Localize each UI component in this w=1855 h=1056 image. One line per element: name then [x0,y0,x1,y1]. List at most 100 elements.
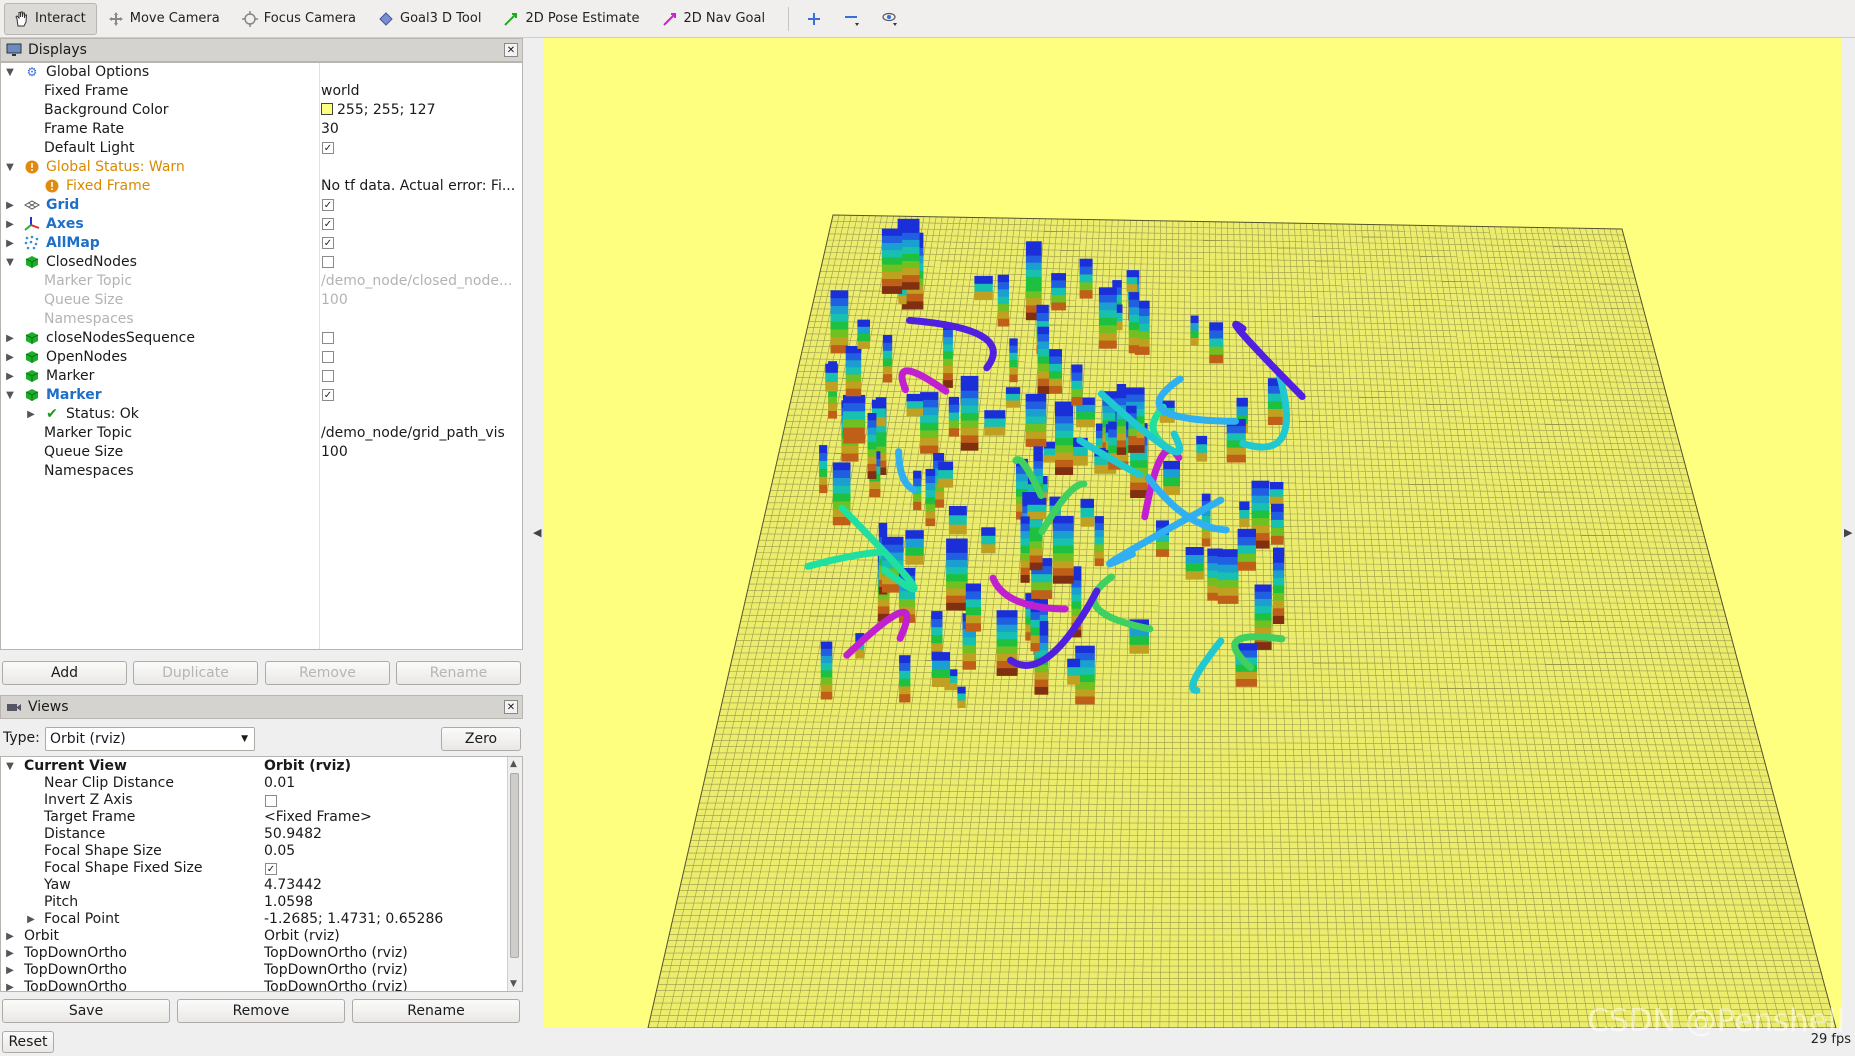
expand-arrow-icon[interactable]: ▼ [5,63,15,82]
tree-row-global-options[interactable]: ▼ ⚙ Global Options [1,63,522,82]
saved-view-row[interactable]: ▶ TopDownOrtho TopDownOrtho (rviz) [1,962,506,979]
view-prop-row[interactable]: Invert Z Axis [1,792,506,809]
view-prop-row[interactable]: Near Clip Distance 0.01 [1,775,506,792]
collapse-left-icon[interactable]: ◀ [533,526,541,539]
tree-row-status-fixed-frame[interactable]: Fixed Frame No tf data. Actual error: Fi… [1,177,522,196]
goal3d-tool[interactable]: Goal3 D Tool [369,3,492,35]
add-tool-button[interactable] [799,3,835,35]
collapse-arrow-icon[interactable]: ▶ [26,405,36,424]
scroll-up-icon[interactable]: ▲ [510,759,517,769]
invert-z-checkbox[interactable] [265,795,277,807]
closed-marker-topic-value[interactable]: /demo_node/closed_node... [321,272,521,291]
saved-view-row[interactable]: ▶ TopDownOrtho TopDownOrtho (rviz) [1,979,506,991]
view-type-select[interactable]: Orbit (rviz) ▼ [45,727,255,751]
tree-row-closed-nodes[interactable]: ▼ ClosedNodes [1,253,522,272]
tree-row-open-nodes[interactable]: ▶ OpenNodes [1,348,522,367]
tree-row-marker-2[interactable]: ▼ Marker ✓ [1,386,522,405]
collapse-arrow-icon[interactable]: ▶ [5,367,15,386]
save-view-button[interactable]: Save [2,999,170,1023]
collapse-arrow-icon[interactable]: ▶ [5,215,15,234]
zero-button[interactable]: Zero [441,727,521,751]
marker-1-checkbox[interactable] [322,370,334,382]
tree-row-background-color[interactable]: Background Color 255; 255; 127 [1,101,522,120]
allmap-checkbox[interactable]: ✓ [322,237,334,249]
tree-row-closed-namespaces[interactable]: Namespaces [1,310,522,329]
view-prop-row[interactable]: Target Frame <Fixed Frame> [1,809,506,826]
expand-arrow-icon[interactable]: ▼ [5,253,15,272]
tree-row-global-status[interactable]: ▼ Global Status: Warn [1,158,522,177]
collapse-arrow-icon[interactable]: ▶ [5,962,15,979]
view-prop-row[interactable]: Pitch 1.0598 [1,894,506,911]
focal-point-value[interactable]: -1.2685; 1.4731; 0.65286 [264,911,443,928]
tree-row-closed-marker-topic[interactable]: Marker Topic /demo_node/closed_node... [1,272,522,291]
tree-row-close-nodes-sequence[interactable]: ▶ closeNodesSequence [1,329,522,348]
tree-row-axes[interactable]: ▶ Axes ✓ [1,215,522,234]
closed-nodes-checkbox[interactable] [322,256,334,268]
collapse-arrow-icon[interactable]: ▶ [5,348,15,367]
collapse-arrow-icon[interactable]: ▶ [5,196,15,215]
view-prop-row[interactable]: Distance 50.9482 [1,826,506,843]
distance-value[interactable]: 50.9482 [264,826,322,843]
pose-estimate-tool[interactable]: 2D Pose Estimate [494,3,650,35]
tree-row-marker-1[interactable]: ▶ Marker [1,367,522,386]
collapse-right-icon[interactable]: ▶ [1844,526,1852,539]
reset-button[interactable]: Reset [2,1031,54,1053]
close-icon[interactable]: ✕ [504,700,518,714]
target-frame-value[interactable]: <Fixed Frame> [264,809,372,826]
tree-row-marker-topic[interactable]: Marker Topic /demo_node/grid_path_vis [1,424,522,443]
duplicate-display-button[interactable]: Duplicate [133,661,258,685]
marker-2-checkbox[interactable]: ✓ [322,389,334,401]
panels-tool-button[interactable] [875,3,911,35]
interact-tool[interactable]: Interact [4,2,97,35]
tree-row-marker-status[interactable]: ▶ ✔ Status: Ok [1,405,522,424]
remove-view-button[interactable]: Remove [177,999,345,1023]
saved-view-row[interactable]: ▶ TopDownOrtho TopDownOrtho (rviz) [1,945,506,962]
fixed-frame-value[interactable]: world [321,82,521,101]
background-color-value-cell[interactable]: 255; 255; 127 [321,101,521,120]
move-camera-tool[interactable]: Move Camera [99,3,231,35]
tree-row-marker-queue-size[interactable]: Queue Size 100 [1,443,522,462]
collapse-arrow-icon[interactable]: ▶ [5,945,15,962]
collapse-arrow-icon[interactable]: ▶ [5,928,15,945]
marker-queue-size-value[interactable]: 100 [321,443,521,462]
tree-row-marker-namespaces[interactable]: Namespaces [1,462,522,481]
collapse-arrow-icon[interactable]: ▶ [5,329,15,348]
remove-tool-button[interactable] [837,3,873,35]
expand-arrow-icon[interactable]: ▼ [5,758,15,775]
near-clip-value[interactable]: 0.01 [264,775,295,792]
focal-shape-fixed-checkbox[interactable]: ✓ [265,863,277,875]
scroll-down-icon[interactable]: ▼ [510,979,517,989]
collapse-arrow-icon[interactable]: ▶ [5,979,15,991]
close-nodes-sequence-checkbox[interactable] [322,332,334,344]
view-prop-row[interactable]: Yaw 4.73442 [1,877,506,894]
focal-shape-size-value[interactable]: 0.05 [264,843,295,860]
collapse-arrow-icon[interactable]: ▶ [26,911,36,928]
focus-camera-tool[interactable]: Focus Camera [233,3,367,35]
nav-goal-tool[interactable]: 2D Nav Goal [653,3,777,35]
saved-view-row[interactable]: ▶ Orbit Orbit (rviz) [1,928,506,945]
view-row-current[interactable]: ▼ Current View Orbit (rviz) [1,758,506,775]
tree-row-allmap[interactable]: ▶ AllMap ✓ [1,234,522,253]
tree-row-frame-rate[interactable]: Frame Rate 30 [1,120,522,139]
tree-row-default-light[interactable]: Default Light ✓ [1,139,522,158]
pitch-value[interactable]: 1.0598 [264,894,313,911]
views-scrollbar[interactable]: ▲ ▼ [507,757,522,991]
yaw-value[interactable]: 4.73442 [264,877,322,894]
closed-queue-size-value[interactable]: 100 [321,291,521,310]
expand-arrow-icon[interactable]: ▼ [5,386,15,405]
render-viewport[interactable] [544,38,1841,1028]
view-prop-row[interactable]: Focal Shape Fixed Size ✓ [1,860,506,877]
tree-row-fixed-frame[interactable]: Fixed Frame world [1,82,522,101]
tree-row-closed-queue-size[interactable]: Queue Size 100 [1,291,522,310]
tree-row-grid[interactable]: ▶ Grid ✓ [1,196,522,215]
view-prop-row[interactable]: ▶ Focal Point -1.2685; 1.4731; 0.65286 [1,911,506,928]
view-prop-row[interactable]: Focal Shape Size 0.05 [1,843,506,860]
close-icon[interactable]: ✕ [504,43,518,57]
grid-checkbox[interactable]: ✓ [322,199,334,211]
marker-topic-value[interactable]: /demo_node/grid_path_vis [321,424,521,443]
remove-display-button[interactable]: Remove [265,661,390,685]
color-swatch[interactable] [321,103,333,115]
default-light-checkbox[interactable]: ✓ [322,142,334,154]
scrollbar-thumb[interactable] [510,773,519,958]
rename-view-button[interactable]: Rename [352,999,520,1023]
